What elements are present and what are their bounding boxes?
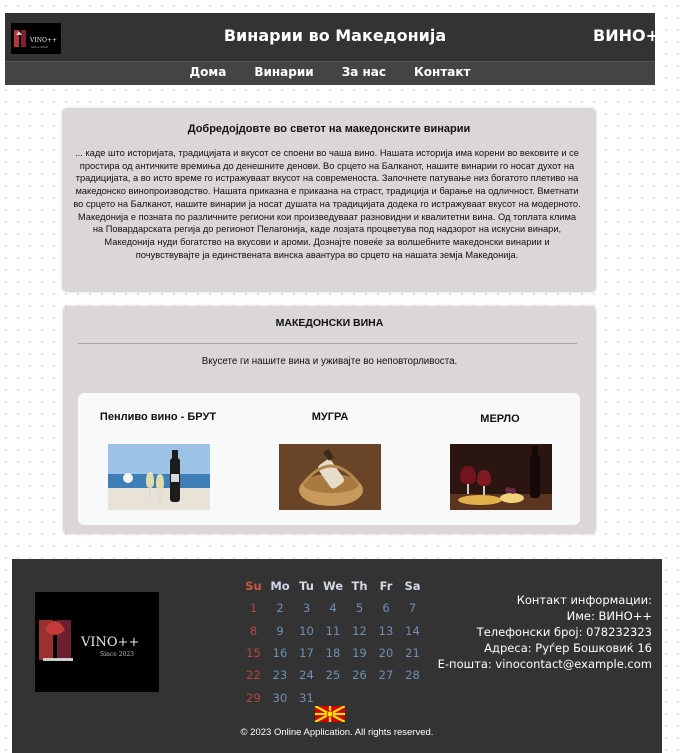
footer-logo: VINO++ Since 2023 <box>35 592 159 692</box>
wine-name-brut: Пенливо вино - БРУТ <box>99 411 217 423</box>
calendar-day[interactable]: 3 <box>293 601 320 615</box>
header-logo-subtext: Since 2023 <box>31 45 48 49</box>
contact-heading: Контакт информации: <box>516 593 652 607</box>
copyright: © 2023 Online Application. All rights re… <box>240 727 434 738</box>
contact-phone: Телефонски број: 078232323 <box>476 625 652 639</box>
calendar-day[interactable]: 30 <box>267 691 294 705</box>
calendar-day[interactable]: 16 <box>267 646 294 660</box>
footer-logo-subtext: Since 2023 <box>100 651 134 658</box>
contact-email: Е-пошта: vinocontact@example.com <box>437 657 652 671</box>
calendar-day[interactable]: 21 <box>399 646 426 660</box>
calendar-weekday: Tu <box>299 579 314 593</box>
calendar-day[interactable]: 10 <box>293 624 320 638</box>
welcome-text: ... каде што историјата, традицијата и в… <box>73 148 581 260</box>
calendar-day[interactable]: 17 <box>293 646 320 660</box>
wine-cards: Пенливо вино - БРУТ МУГРА МЕРЛО <box>78 393 580 525</box>
calendar-weekday: Mo <box>270 579 290 593</box>
calendar-day[interactable]: 27 <box>373 668 400 682</box>
contact-name: Име: ВИНО++ <box>566 609 652 623</box>
wine-name-merlot: МЕРЛО <box>480 413 520 425</box>
wine-image-mugra[interactable] <box>279 444 381 510</box>
site-footer: VINO++ Since 2023 Su Mo Tu We Th Fr Sa 1 2 3 4 5 6 7 8… <box>12 559 662 753</box>
nav-item-contact[interactable]: Контакт <box>414 65 471 79</box>
calendar-day[interactable]: 29 <box>240 691 267 705</box>
calendar-day[interactable]: 14 <box>399 624 426 638</box>
red-wine-image <box>450 444 552 510</box>
welcome-section: Добредојдовте во светот на македонските … <box>62 108 596 292</box>
welcome-title: Добредојдовте во светот на македонските … <box>187 123 471 135</box>
nav-item-wineries[interactable]: Винарии <box>254 65 313 79</box>
macedonia-flag-icon <box>315 706 345 722</box>
calendar-day[interactable]: 2 <box>267 601 294 615</box>
main-nav: Дома Винарии За нас Контакт <box>5 61 655 85</box>
calendar-weekday: Fr <box>379 579 393 593</box>
calendar-weekday: Th <box>351 579 368 593</box>
wine-image-brut[interactable] <box>108 444 210 510</box>
wines-section: МАКЕДОНСКИ ВИНА Вкусете ги нашите вина и… <box>63 306 596 534</box>
calendar-day[interactable]: 13 <box>373 624 400 638</box>
wines-subtitle: Вкусете ги нашите вина и уживајте во неп… <box>201 356 458 367</box>
calendar-day[interactable]: 22 <box>240 668 267 682</box>
calendar-day[interactable]: 19 <box>346 646 373 660</box>
calendar-day[interactable]: 31 <box>293 691 320 705</box>
calendar-day[interactable]: 26 <box>346 668 373 682</box>
page-title: Винарии во Македонија <box>223 26 447 45</box>
calendar-day[interactable]: 4 <box>320 601 347 615</box>
calendar-day[interactable]: 6 <box>373 601 400 615</box>
wines-title: МАКЕДОНСКИ ВИНА <box>275 317 384 329</box>
calendar-day[interactable]: 28 <box>399 668 426 682</box>
brand-name: ВИНО++ <box>593 26 673 45</box>
calendar-weekday: Sa <box>404 579 421 593</box>
nav-item-home[interactable]: Дома <box>189 65 226 79</box>
divider <box>78 343 577 344</box>
contact-address: Адреса: Руѓер Бошковиќ 16 <box>484 641 652 655</box>
calendar-day[interactable]: 18 <box>320 646 347 660</box>
wine-name-mugra: МУГРА <box>311 411 349 423</box>
calendar-day[interactable]: 23 <box>267 668 294 682</box>
calendar-day[interactable]: 15 <box>240 646 267 660</box>
calendar-day[interactable]: 7 <box>399 601 426 615</box>
calendar-weekday: We <box>322 579 344 593</box>
calendar-day[interactable]: 25 <box>320 668 347 682</box>
calendar-day[interactable]: 20 <box>373 646 400 660</box>
calendar-day[interactable]: 12 <box>346 624 373 638</box>
calendar-day[interactable]: 8 <box>240 624 267 638</box>
site-header: VINO++ Since 2023 Винарии во Македонија … <box>5 13 672 61</box>
logo-glass-icon: VINO++ Since 2023 <box>39 620 139 661</box>
nav-item-about[interactable]: За нас <box>342 65 386 79</box>
calendar-day[interactable]: 11 <box>320 624 347 638</box>
footer-logo-text: VINO++ <box>80 635 139 650</box>
calendar-day[interactable]: 9 <box>267 624 294 638</box>
calendar-day[interactable]: 24 <box>293 668 320 682</box>
calendar-day[interactable]: 5 <box>346 601 373 615</box>
sparkling-wine-image <box>108 444 210 510</box>
calendar-day[interactable]: 1 <box>240 601 267 615</box>
wine-basket-image <box>279 444 381 510</box>
contact-info: Контакт информации: Име: ВИНО++ Телефонс… <box>438 592 652 672</box>
calendar-weekday: Su <box>245 579 262 593</box>
wine-image-merlot[interactable] <box>450 444 552 510</box>
